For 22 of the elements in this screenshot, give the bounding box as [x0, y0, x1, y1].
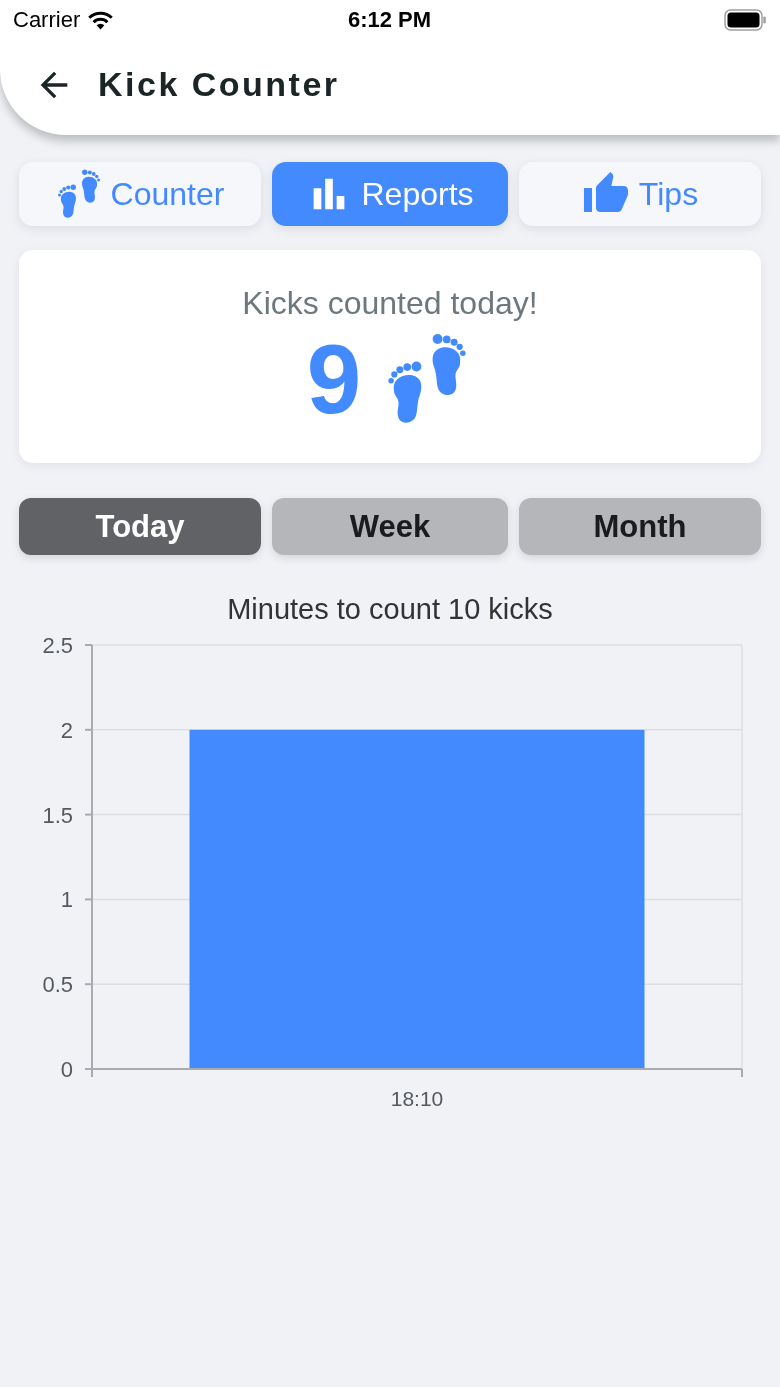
- carrier-label: Carrier: [13, 7, 81, 33]
- baby-feet-icon: [55, 169, 102, 219]
- tab[interactable]: Reports: [272, 162, 508, 226]
- tab[interactable]: Tips: [519, 162, 761, 226]
- period-button[interactable]: Month: [519, 498, 761, 555]
- screen-title: Kick Counter: [98, 65, 340, 104]
- period-button[interactable]: Today: [19, 498, 261, 555]
- period-button[interactable]: Week: [272, 498, 508, 555]
- x-axis-label: 18:10: [390, 1087, 444, 1110]
- status-time: 6:12 PM: [347, 7, 432, 33]
- y-axis-label: 1.5: [42, 802, 73, 828]
- battery-icon: [724, 9, 766, 31]
- y-axis-label: 2: [60, 717, 73, 743]
- y-axis-label: 0.5: [42, 972, 73, 998]
- wifi-icon: [87, 10, 115, 30]
- kick-count-caption: Kicks counted today!: [242, 284, 538, 322]
- y-axis-label: 1: [60, 887, 73, 913]
- tab[interactable]: Counter: [19, 162, 261, 226]
- kick-count: 9: [306, 330, 362, 428]
- y-axis-label: 2.5: [42, 633, 73, 658]
- y-axis-label: 0: [60, 1057, 73, 1082]
- chart-title: Minutes to count 10 kicks: [227, 592, 553, 626]
